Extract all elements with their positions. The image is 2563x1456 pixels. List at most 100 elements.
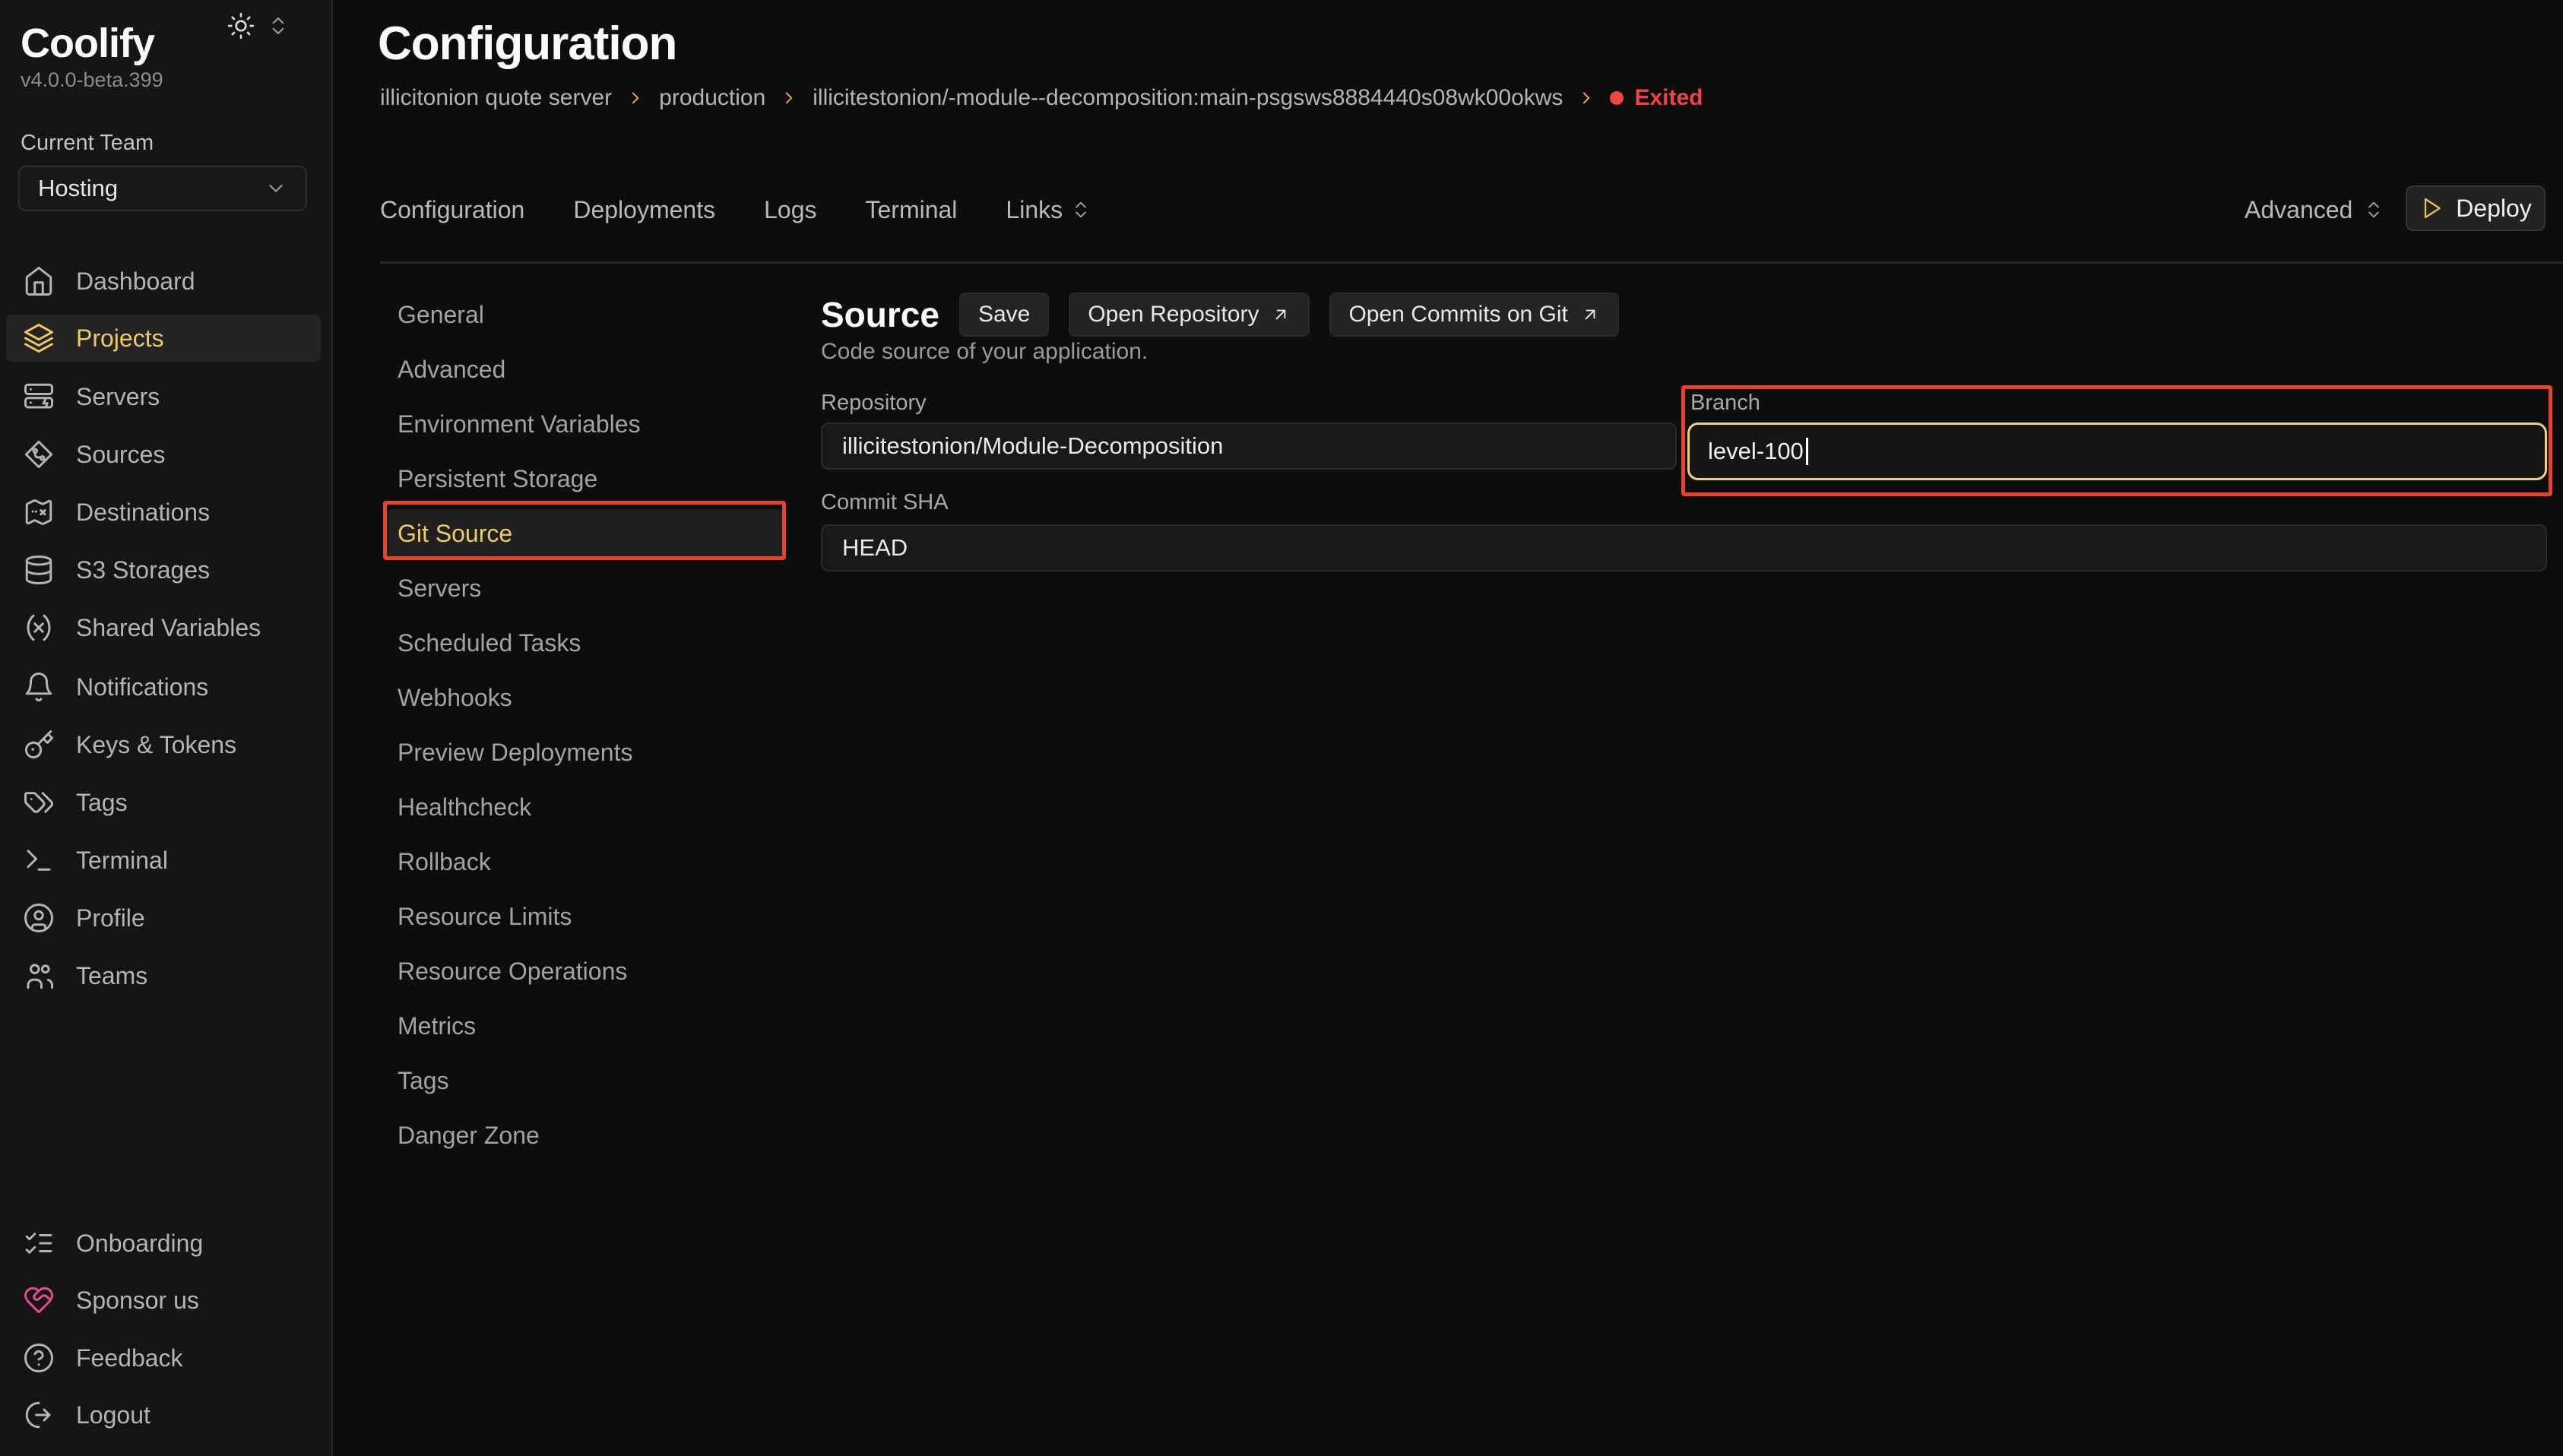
user-circle-icon bbox=[23, 902, 55, 934]
repository-input[interactable]: illicitestonion/Module-Decomposition bbox=[821, 423, 1677, 470]
breadcrumb-chevron-icon bbox=[626, 88, 645, 108]
commit-sha-input[interactable]: HEAD bbox=[821, 524, 2547, 571]
subnav-label: Danger Zone bbox=[398, 1122, 540, 1150]
source-header: Source Save Open Repository Open Commits… bbox=[821, 292, 1619, 337]
open-commits-button[interactable]: Open Commits on Git bbox=[1329, 293, 1618, 337]
subnav-label: Resource Limits bbox=[398, 903, 572, 931]
open-commits-label: Open Commits on Git bbox=[1348, 302, 1567, 328]
theme-mode-selector[interactable] bbox=[263, 9, 293, 43]
sidebar-item-notifications[interactable]: Notifications bbox=[6, 663, 321, 711]
breadcrumb-chevron-icon bbox=[1576, 88, 1596, 108]
tab-label: Deployments bbox=[573, 196, 715, 224]
sidebar-item-sponsor-us[interactable]: Sponsor us bbox=[6, 1277, 321, 1324]
subnav-item-environment-variables[interactable]: Environment Variables bbox=[385, 400, 784, 448]
tab-links[interactable]: Links bbox=[1006, 196, 1091, 224]
subnav-item-resource-limits[interactable]: Resource Limits bbox=[385, 892, 784, 941]
subnav-label: General bbox=[398, 301, 484, 329]
app-version: v4.0.0-beta.399 bbox=[21, 68, 163, 92]
save-label: Save bbox=[978, 302, 1030, 328]
sidebar-item-servers[interactable]: Servers bbox=[6, 373, 321, 420]
tab-logs[interactable]: Logs bbox=[764, 196, 816, 224]
users-icon bbox=[23, 960, 55, 992]
subnav-item-scheduled-tasks[interactable]: Scheduled Tasks bbox=[385, 619, 784, 667]
sidebar-item-label: Notifications bbox=[76, 673, 208, 701]
sidebar-item-label: Terminal bbox=[76, 847, 168, 875]
breadcrumb-application[interactable]: illicitestonion/-module--decomposition:m… bbox=[813, 85, 1563, 111]
open-repository-button[interactable]: Open Repository bbox=[1069, 293, 1310, 337]
sidebar-item-keys-tokens[interactable]: Keys & Tokens bbox=[6, 721, 321, 768]
subnav-label: Advanced bbox=[398, 356, 505, 384]
chevrons-up-down-icon bbox=[1070, 199, 1091, 220]
subnav-label: Rollback bbox=[398, 848, 491, 876]
git-diamond-icon bbox=[23, 438, 55, 470]
status-badge: Exited bbox=[1610, 85, 1703, 111]
source-description: Code source of your application. bbox=[821, 339, 1148, 365]
subnav-item-healthcheck[interactable]: Healthcheck bbox=[385, 783, 784, 831]
sidebar-item-sources[interactable]: Sources bbox=[6, 431, 321, 478]
breadcrumb-environment[interactable]: production bbox=[659, 85, 765, 111]
branch-input[interactable]: level-100 bbox=[1687, 423, 2547, 480]
subnav-item-git-source[interactable]: Git Source bbox=[385, 509, 784, 558]
sidebar-item-label: Profile bbox=[76, 904, 145, 932]
advanced-dropdown[interactable]: Advanced bbox=[2245, 187, 2384, 233]
subnav-label: Healthcheck bbox=[398, 793, 531, 821]
sidebar-item-tags[interactable]: Tags bbox=[6, 779, 321, 826]
repository-value: illicitestonion/Module-Decomposition bbox=[842, 432, 1223, 460]
layers-icon bbox=[23, 322, 55, 354]
chevron-down-icon bbox=[265, 177, 287, 200]
sidebar-item-terminal[interactable]: Terminal bbox=[6, 837, 321, 884]
deploy-button[interactable]: Deploy bbox=[2406, 185, 2546, 231]
sidebar-item-label: Feedback bbox=[76, 1344, 183, 1372]
breadcrumb-project[interactable]: illicitonion quote server bbox=[380, 85, 612, 111]
subnav-label: Metrics bbox=[398, 1012, 476, 1040]
sidebar-item-profile[interactable]: Profile bbox=[6, 894, 321, 942]
subnav-item-general[interactable]: General bbox=[385, 290, 784, 339]
tab-bar: Configuration Deployments Logs Terminal … bbox=[380, 187, 1091, 233]
subnav-label: Tags bbox=[398, 1067, 449, 1095]
sidebar-item-feedback[interactable]: Feedback bbox=[6, 1334, 321, 1382]
status-label: Exited bbox=[1634, 85, 1703, 111]
subnav-label: Resource Operations bbox=[398, 957, 627, 986]
tab-label: Logs bbox=[764, 196, 816, 224]
tab-label: Links bbox=[1006, 196, 1063, 224]
subnav-label: Environment Variables bbox=[398, 410, 641, 438]
team-select[interactable]: Hosting bbox=[18, 166, 307, 211]
sidebar-item-s3-storages[interactable]: S3 Storages bbox=[6, 546, 321, 593]
subnav-item-tags[interactable]: Tags bbox=[385, 1056, 784, 1105]
subnav-item-danger-zone[interactable]: Danger Zone bbox=[385, 1111, 784, 1160]
sidebar-item-label: Tags bbox=[76, 789, 128, 817]
subnav-item-rollback[interactable]: Rollback bbox=[385, 837, 784, 886]
subnav-item-preview-deployments[interactable]: Preview Deployments bbox=[385, 728, 784, 777]
chevrons-up-down-icon bbox=[2363, 199, 2384, 220]
sidebar-item-dashboard[interactable]: Dashboard bbox=[6, 258, 321, 305]
subnav-item-metrics[interactable]: Metrics bbox=[385, 1002, 784, 1050]
tab-deployments[interactable]: Deployments bbox=[573, 196, 715, 224]
sidebar-item-label: Sponsor us bbox=[76, 1287, 199, 1315]
tab-terminal[interactable]: Terminal bbox=[865, 196, 957, 224]
advanced-label: Advanced bbox=[2245, 196, 2352, 224]
sidebar-item-projects[interactable]: Projects bbox=[6, 315, 321, 362]
source-heading: Source bbox=[821, 294, 939, 335]
sidebar-item-teams[interactable]: Teams bbox=[6, 952, 321, 999]
sidebar-item-label: Servers bbox=[76, 383, 160, 411]
subnav-item-webhooks[interactable]: Webhooks bbox=[385, 673, 784, 722]
sidebar-item-label: Keys & Tokens bbox=[76, 731, 236, 759]
open-repository-label: Open Repository bbox=[1088, 302, 1259, 328]
subnav-item-persistent-storage[interactable]: Persistent Storage bbox=[385, 454, 784, 503]
subnav-item-servers[interactable]: Servers bbox=[385, 564, 784, 612]
divider bbox=[380, 261, 2563, 264]
tags-icon bbox=[23, 787, 55, 818]
sidebar-item-shared-variables[interactable]: Shared Variables bbox=[6, 604, 321, 651]
subnav-item-resource-operations[interactable]: Resource Operations bbox=[385, 947, 784, 995]
subnav-label: Preview Deployments bbox=[398, 739, 632, 767]
save-button[interactable]: Save bbox=[959, 293, 1049, 337]
branch-label: Branch bbox=[1690, 391, 1760, 416]
sidebar-item-logout[interactable]: Logout bbox=[6, 1391, 321, 1439]
sidebar-item-destinations[interactable]: Destinations bbox=[6, 489, 321, 536]
sidebar-item-label: Destinations bbox=[76, 499, 210, 527]
sidebar-item-onboarding[interactable]: Onboarding bbox=[6, 1220, 321, 1267]
theme-toggle-button[interactable] bbox=[223, 8, 259, 44]
variable-icon bbox=[23, 612, 55, 644]
tab-configuration[interactable]: Configuration bbox=[380, 196, 524, 224]
subnav-item-advanced[interactable]: Advanced bbox=[385, 345, 784, 394]
